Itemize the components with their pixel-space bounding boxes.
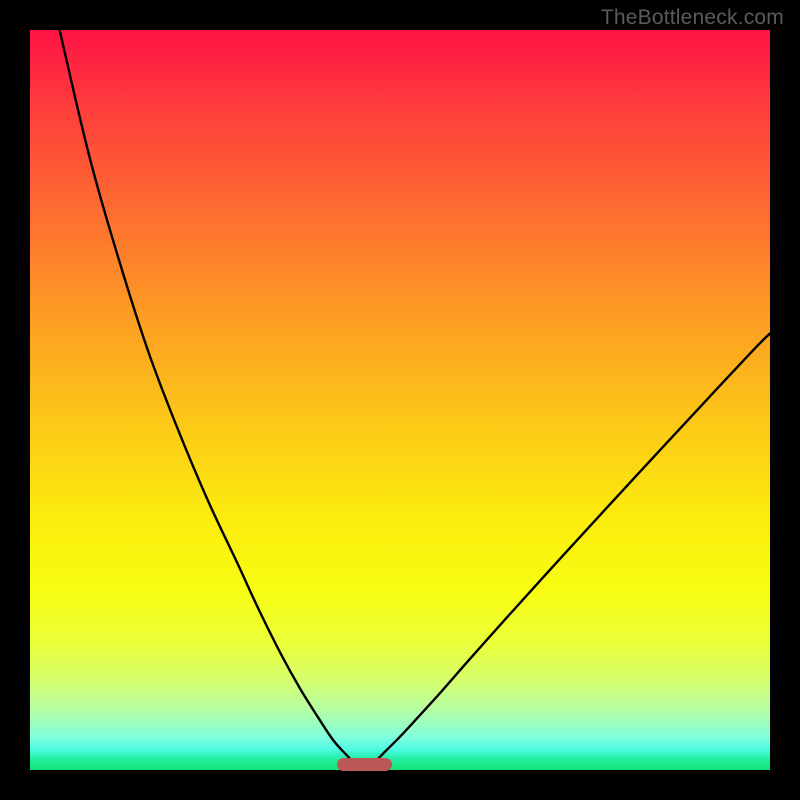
curve-layer [30,30,770,770]
baseline-marker [337,758,393,771]
chart-frame: TheBottleneck.com [0,0,800,800]
watermark-text: TheBottleneck.com [601,6,784,30]
right-curve [364,333,770,770]
plot-area [30,30,770,770]
left-curve [60,30,365,770]
